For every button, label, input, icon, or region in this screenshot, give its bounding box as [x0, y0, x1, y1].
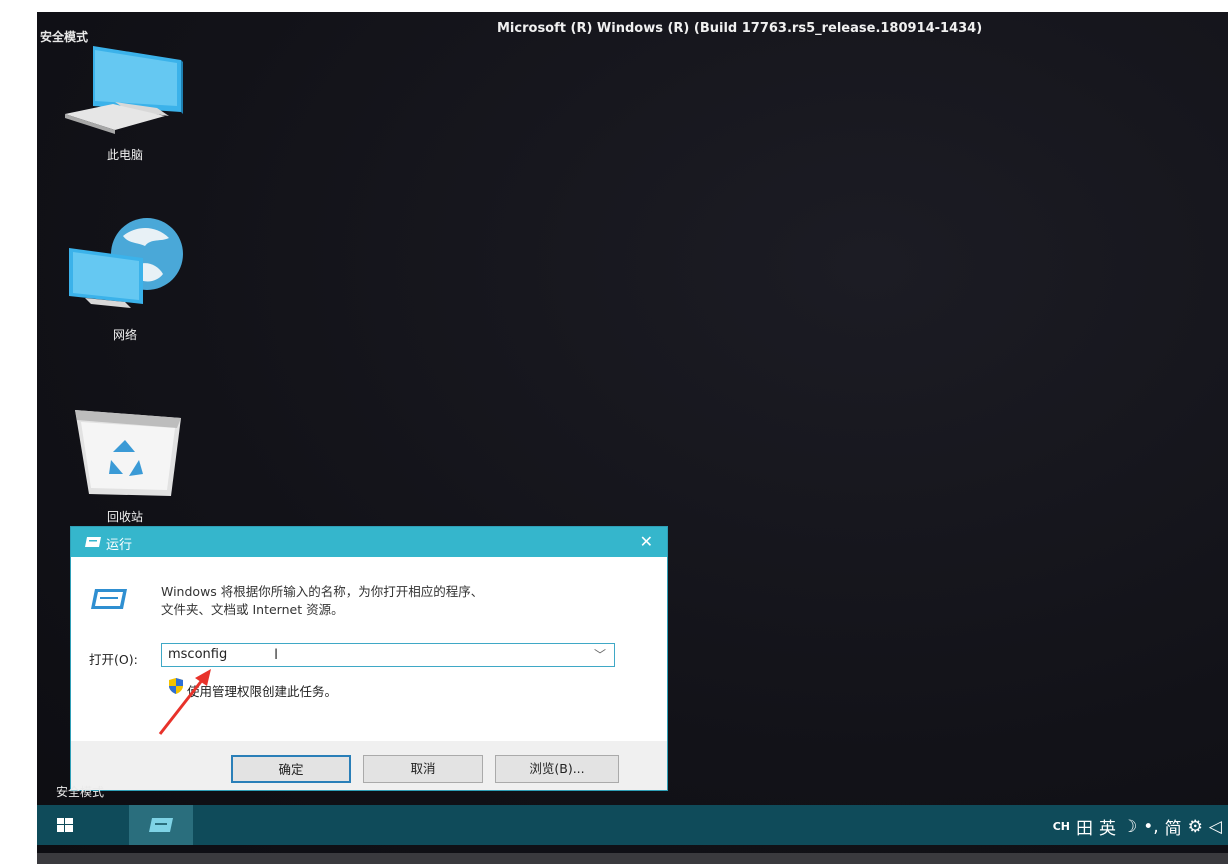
monitor-bezel	[37, 853, 1228, 864]
desktop-screen: 安全模式 Microsoft (R) Windows (R) (Build 17…	[37, 12, 1228, 857]
annotation-arrow-icon	[158, 669, 211, 735]
